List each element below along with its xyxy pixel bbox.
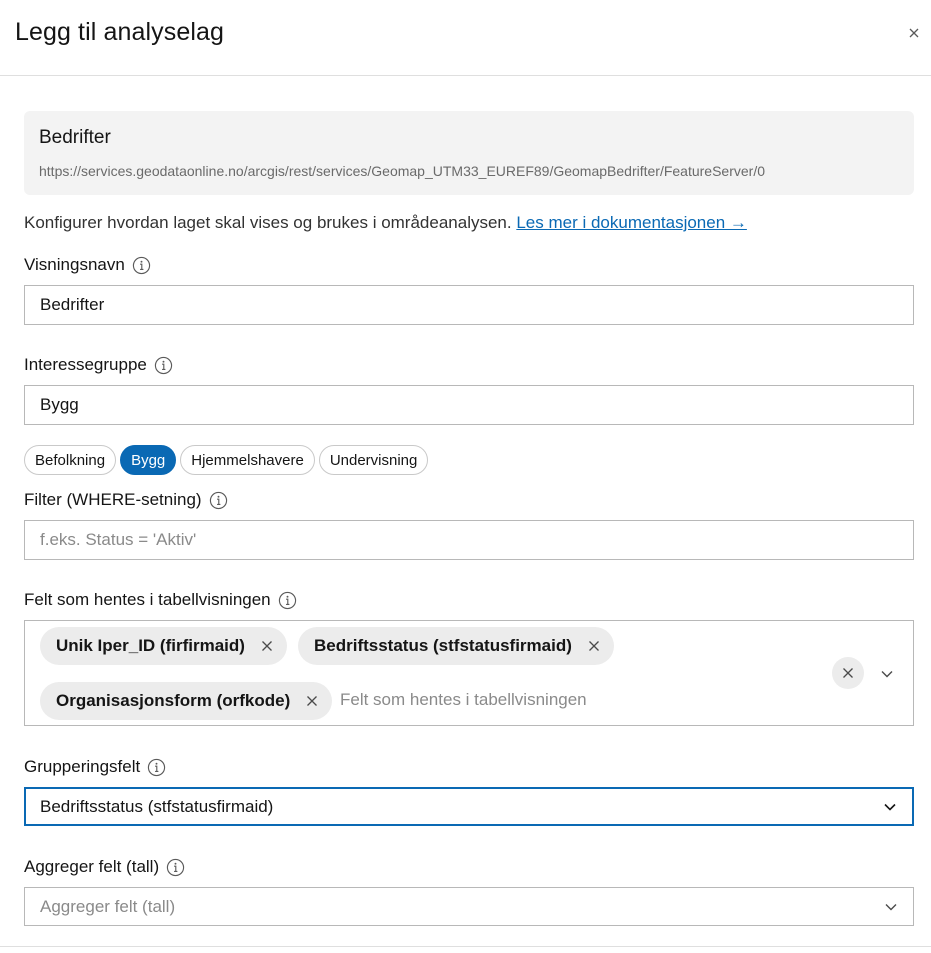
field-tag: Organisasjonsform (orfkode) <box>40 682 333 720</box>
aggregate-placeholder: Aggreger felt (tall) <box>40 896 176 916</box>
fields-label-text: Felt som hentes i tabellvisningen <box>24 590 271 609</box>
field-tag: Bedriftsstatus (stfstatusfirmaid) <box>298 627 614 665</box>
info-icon[interactable] <box>132 256 151 275</box>
chip-hjemmelshavere[interactable]: Hjemmelshavere <box>180 445 315 475</box>
info-icon[interactable] <box>209 491 228 510</box>
chip-undervisning[interactable]: Undervisning <box>318 445 429 475</box>
layer-url: https://services.geodataonline.no/arcgis… <box>39 163 766 179</box>
filter-label: Filter (WHERE-setning) <box>24 490 228 510</box>
info-icon[interactable] <box>278 591 297 610</box>
chevron-down-icon[interactable] <box>882 799 898 815</box>
aggregate-label: Aggreger felt (tall) <box>24 857 185 877</box>
info-icon[interactable] <box>154 356 173 375</box>
field-tag: Unik Iper_ID (firfirmaid) <box>40 627 287 665</box>
close-icon[interactable] <box>901 20 927 46</box>
layer-source-box: Bedrifter https://services.geodataonline… <box>24 111 914 195</box>
grouping-label-text: Grupperingsfelt <box>24 757 141 776</box>
grouping-select[interactable]: Bedriftsstatus (stfstatusfirmaid) <box>24 787 914 826</box>
fields-search-input[interactable]: Felt som hentes i tabellvisningen <box>340 690 587 710</box>
display-name-label: Visningsnavn <box>24 255 151 275</box>
remove-tag-icon[interactable] <box>586 638 602 654</box>
field-tag-label: Unik Iper_ID (firfirmaid) <box>56 636 245 655</box>
remove-tag-icon[interactable] <box>259 638 275 654</box>
grouping-value: Bedriftsstatus (stfstatusfirmaid) <box>40 796 274 816</box>
intro-description: Konfigurer hvordan laget skal vises og b… <box>24 213 517 232</box>
intro-text: Konfigurer hvordan laget skal vises og b… <box>24 213 747 233</box>
grouping-label: Grupperingsfelt <box>24 757 166 777</box>
chip-bygg[interactable]: Bygg <box>120 445 177 475</box>
interest-group-label: Interessegruppe <box>24 355 173 375</box>
filter-input[interactable]: f.eks. Status = 'Aktiv' <box>24 520 914 560</box>
filter-placeholder: f.eks. Status = 'Aktiv' <box>40 530 197 549</box>
chevron-down-icon[interactable] <box>883 899 899 915</box>
display-name-label-text: Visningsnavn <box>24 255 125 274</box>
interest-group-input[interactable]: Bygg <box>24 385 914 425</box>
chevron-down-icon[interactable] <box>879 666 895 682</box>
field-tag-label: Organisasjonsform (orfkode) <box>56 691 291 710</box>
info-icon[interactable] <box>147 758 166 777</box>
interest-group-chips: Befolkning Bygg Hjemmelshavere Undervisn… <box>24 445 429 475</box>
dialog-title: Legg til analyselag <box>15 18 224 46</box>
footer-divider <box>0 946 931 947</box>
aggregate-select[interactable]: Aggreger felt (tall) <box>24 887 914 926</box>
layer-name: Bedrifter <box>39 127 111 148</box>
info-icon[interactable] <box>166 858 185 877</box>
clear-all-icon[interactable] <box>832 657 864 689</box>
interest-group-label-text: Interessegruppe <box>24 355 147 374</box>
filter-label-text: Filter (WHERE-setning) <box>24 490 202 509</box>
documentation-link[interactable]: Les mer i dokumentasjonen → <box>516 213 747 232</box>
fields-multiselect[interactable]: Unik Iper_ID (firfirmaid) Bedriftsstatus… <box>24 620 914 726</box>
field-tag-label: Bedriftsstatus (stfstatusfirmaid) <box>314 636 572 655</box>
chip-befolkning[interactable]: Befolkning <box>24 445 117 475</box>
remove-tag-icon[interactable] <box>304 693 320 709</box>
display-name-input[interactable]: Bedrifter <box>24 285 914 325</box>
interest-group-value: Bygg <box>40 395 79 414</box>
fields-label: Felt som hentes i tabellvisningen <box>24 590 297 610</box>
display-name-value: Bedrifter <box>40 295 105 314</box>
aggregate-label-text: Aggreger felt (tall) <box>24 857 160 876</box>
dialog-header: Legg til analyselag <box>0 0 931 76</box>
